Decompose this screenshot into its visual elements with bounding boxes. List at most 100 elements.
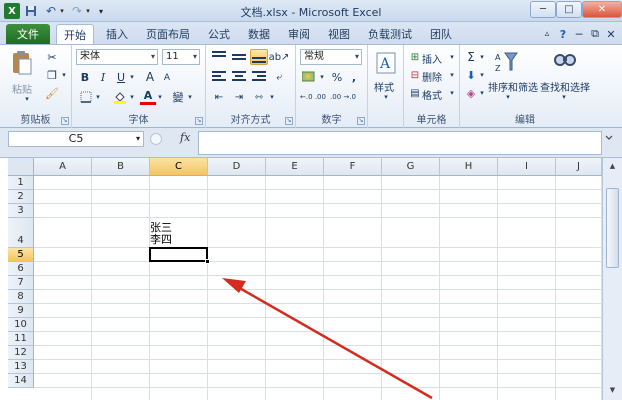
wrap-text-icon[interactable]: ⤶ [270, 69, 288, 85]
expand-formula-bar-icon[interactable] [603, 132, 617, 146]
maximize-button[interactable]: □ [556, 1, 582, 18]
grow-font-button[interactable]: A [142, 69, 158, 85]
paste-label[interactable]: 粘贴 [12, 81, 32, 96]
align-left-icon[interactable] [210, 69, 228, 85]
tab-team[interactable]: 团队 [424, 24, 458, 44]
align-middle-icon[interactable] [230, 49, 248, 65]
align-bottom-icon[interactable] [250, 49, 268, 65]
underline-dropdown-icon[interactable]: ▾ [128, 69, 136, 85]
doc-restore-icon[interactable]: ⧉ [588, 24, 602, 44]
number-launcher-icon[interactable]: ↘ [357, 117, 365, 125]
column-header-d[interactable]: D [208, 158, 266, 176]
find-select-dropdown-icon[interactable]: ▾ [560, 93, 568, 101]
row-header-11[interactable]: 11 [8, 332, 34, 346]
cell-c4-line2[interactable]: 李四 [150, 234, 172, 246]
column-header-e[interactable]: E [266, 158, 324, 176]
row-header-12[interactable]: 12 [8, 346, 34, 360]
insert-function-button[interactable]: fx [180, 131, 190, 144]
column-header-a[interactable]: A [34, 158, 92, 176]
clipboard-launcher-icon[interactable]: ↘ [61, 117, 69, 125]
font-size-select[interactable]: 11 ▾ [162, 49, 200, 65]
minimize-button[interactable]: ─ [530, 1, 556, 18]
row-header-6[interactable]: 6 [8, 262, 34, 276]
row-header-4[interactable]: 4 [8, 218, 34, 248]
insert-dropdown-icon[interactable]: ▾ [448, 50, 456, 64]
row-header-8[interactable]: 8 [8, 290, 34, 304]
column-header-j[interactable]: J [556, 158, 602, 176]
clear-icon[interactable]: ◈ [464, 85, 478, 101]
number-format-select[interactable]: 常规 ▾ [300, 49, 362, 65]
scroll-thumb[interactable] [606, 188, 619, 268]
scroll-up-icon[interactable]: ▲ [606, 160, 619, 172]
sort-filter-dropdown-icon[interactable]: ▾ [504, 93, 512, 101]
fill-handle[interactable] [205, 259, 210, 264]
format-cells-icon[interactable]: ▤ [408, 86, 422, 100]
column-header-g[interactable]: G [382, 158, 440, 176]
copy-icon[interactable]: ❐ [44, 67, 60, 83]
cut-icon[interactable]: ✂ [44, 49, 60, 65]
vertical-scrollbar[interactable]: ▲ ▼ [602, 158, 622, 400]
sort-filter-button[interactable]: 排序和筛选 [488, 79, 538, 94]
cell-grid[interactable]: 张三 李四 [34, 176, 602, 400]
borders-icon[interactable] [78, 89, 94, 105]
tab-load-test[interactable]: 负载测试 [362, 24, 418, 44]
font-name-select[interactable]: 宋体 ▾ [76, 49, 158, 65]
row-header-1[interactable]: 1 [8, 176, 34, 190]
selected-cell-c5[interactable] [149, 247, 208, 262]
align-right-icon[interactable] [250, 69, 268, 85]
autosum-button[interactable]: Σ [464, 49, 478, 65]
column-header-f[interactable]: F [324, 158, 382, 176]
fill-dropdown-icon[interactable]: ▾ [478, 67, 486, 83]
orientation-icon[interactable]: ab↗ [269, 49, 290, 65]
format-cells-button[interactable]: 格式 [422, 87, 442, 102]
select-all-button[interactable] [8, 158, 34, 176]
align-top-icon[interactable] [210, 49, 228, 65]
column-header-c[interactable]: C [150, 158, 208, 176]
copy-dropdown-icon[interactable]: ▾ [60, 67, 68, 83]
tab-review[interactable]: 审阅 [282, 24, 316, 44]
styles-icon[interactable]: A [376, 51, 396, 75]
insert-cells-button[interactable]: 插入 [422, 51, 442, 66]
sort-filter-icon[interactable]: AZ [494, 49, 520, 75]
increase-decimal-button[interactable]: ←.0 .00 [300, 89, 326, 105]
doc-minimize-icon[interactable]: ─ [572, 24, 586, 44]
format-dropdown-icon[interactable]: ▾ [448, 86, 456, 100]
fill-color-icon[interactable] [112, 89, 128, 105]
styles-dropdown-icon[interactable]: ▾ [382, 93, 390, 101]
borders-dropdown-icon[interactable]: ▾ [94, 89, 102, 105]
phonetic-button[interactable]: 變 [170, 89, 186, 105]
paste-icon[interactable] [10, 49, 34, 77]
row-header-13[interactable]: 13 [8, 360, 34, 374]
currency-icon[interactable] [300, 69, 318, 85]
decrease-decimal-button[interactable]: .00 →.0 [330, 89, 356, 105]
row-header-5[interactable]: 5 [8, 248, 34, 262]
phonetic-dropdown-icon[interactable]: ▾ [186, 89, 194, 105]
insert-cells-icon[interactable]: ⊞ [408, 50, 422, 64]
row-header-9[interactable]: 9 [8, 304, 34, 318]
row-header-3[interactable]: 3 [8, 204, 34, 218]
row-header-2[interactable]: 2 [8, 190, 34, 204]
comma-button[interactable]: , [348, 69, 360, 85]
font-launcher-icon[interactable]: ↘ [195, 117, 203, 125]
delete-dropdown-icon[interactable]: ▾ [448, 68, 456, 82]
paste-dropdown-icon[interactable]: ▾ [22, 95, 32, 103]
fill-color-dropdown-icon[interactable]: ▾ [128, 89, 136, 105]
row-header-7[interactable]: 7 [8, 276, 34, 290]
font-color-button[interactable]: A [140, 89, 156, 105]
doc-close-icon[interactable]: ✕ [604, 24, 618, 44]
row-header-10[interactable]: 10 [8, 318, 34, 332]
column-header-h[interactable]: H [440, 158, 498, 176]
tab-view[interactable]: 视图 [322, 24, 356, 44]
tab-insert[interactable]: 插入 [100, 24, 134, 44]
column-header-b[interactable]: B [92, 158, 150, 176]
tab-data[interactable]: 数据 [242, 24, 276, 44]
row-header-14[interactable]: 14 [8, 374, 34, 388]
font-color-dropdown-icon[interactable]: ▾ [156, 89, 164, 105]
scroll-down-icon[interactable]: ▼ [606, 384, 619, 396]
tab-file[interactable]: 文件 [6, 24, 50, 44]
clear-dropdown-icon[interactable]: ▾ [478, 85, 486, 101]
delete-cells-icon[interactable]: ⊟ [408, 68, 422, 82]
italic-button[interactable]: I [96, 69, 110, 85]
currency-dropdown-icon[interactable]: ▾ [318, 69, 326, 85]
format-painter-icon[interactable]: 🖌 [44, 85, 60, 101]
